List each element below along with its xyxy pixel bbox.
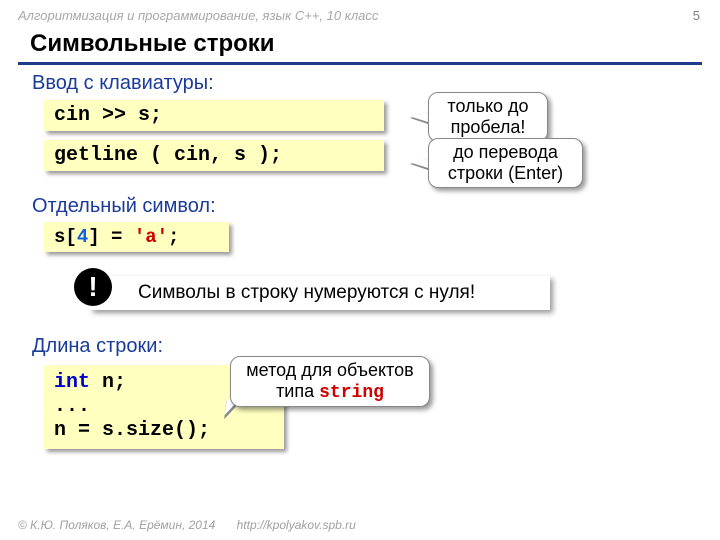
code-keyword: int (54, 371, 90, 394)
alert-badge-icon: ! (74, 268, 112, 306)
code-cin: cin >> s; (44, 100, 384, 131)
alert-box: Символы в строку нумеруются с нуля! (90, 276, 550, 310)
page-number: 5 (693, 8, 700, 23)
code-text: n; (90, 371, 126, 394)
section-single-char: Отдельный символ: (32, 195, 216, 218)
footer-url: http://kpolyakov.spb.ru (237, 518, 356, 532)
title-divider (18, 62, 702, 65)
code-text: ... (54, 395, 90, 418)
callout-tail (412, 158, 428, 168)
footer-copyright: © К.Ю. Поляков, Е.А. Ерёмин, 2014 (18, 518, 215, 532)
code-getline: getline ( cin, s ); (44, 140, 384, 171)
section-input: Ввод с клавиатуры: (32, 72, 214, 95)
code-text: n = s.size(); (54, 419, 210, 442)
footer: © К.Ю. Поляков, Е.А. Ерёмин, 2014 http:/… (18, 518, 356, 532)
slide-title: Символьные строки (30, 30, 275, 58)
callout-enter: до перевода строки (Enter) (428, 138, 583, 188)
code-text: s[ (54, 226, 77, 248)
header-breadcrumb: Алгоритмизация и программирование, язык … (18, 8, 378, 23)
code-text: ] = (88, 226, 134, 248)
code-text: ; (168, 226, 179, 248)
callout-tail (412, 112, 428, 122)
callout-typename: string (319, 383, 384, 403)
callout-space: только до пробела! (428, 92, 548, 142)
section-length: Длина строки: (32, 335, 163, 358)
code-char-literal: 'a' (134, 226, 168, 248)
code-assign: s[4] = 'a'; (44, 222, 229, 252)
code-number: 4 (77, 226, 88, 248)
callout-method: метод для объектов типа string (230, 356, 430, 407)
